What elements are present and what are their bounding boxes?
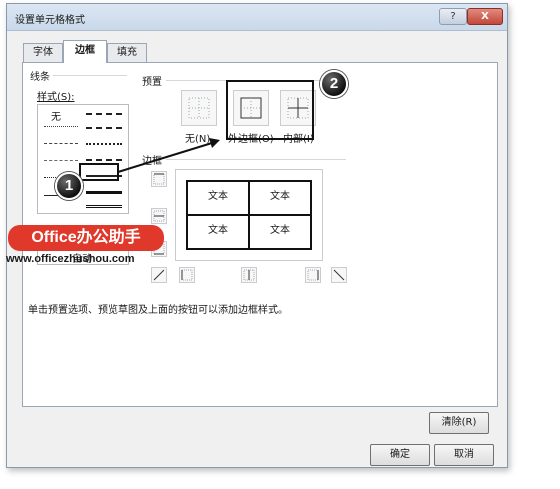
watermark-brand: Office办公助手 [8,225,164,251]
tab-border[interactable]: 边框 [63,40,107,63]
callout-1: 1 [55,172,83,200]
callout-2: 2 [320,70,348,98]
watermark-url: www.officezhushou.com [6,253,135,265]
